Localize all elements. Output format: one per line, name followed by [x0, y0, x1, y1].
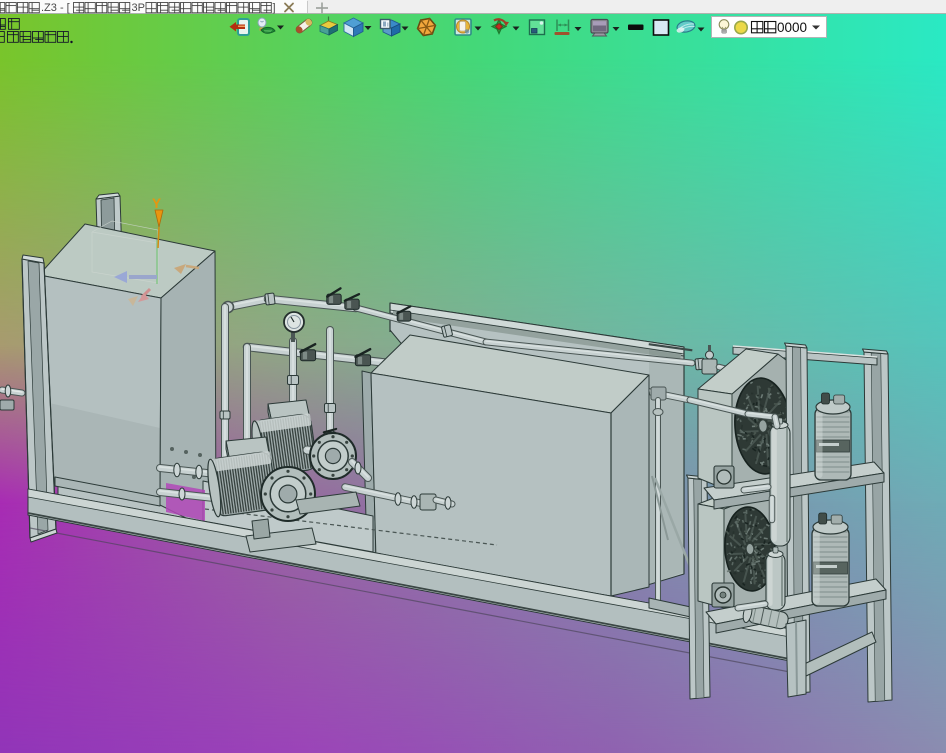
svg-text:.Z3 - [: .Z3 - [: [41, 2, 70, 14]
svg-text:Y: Y: [152, 196, 161, 211]
svg-text:3P: 3P: [132, 2, 145, 14]
svg-text:0000: 0000: [777, 20, 807, 35]
svg-text:]: ]: [273, 2, 276, 14]
